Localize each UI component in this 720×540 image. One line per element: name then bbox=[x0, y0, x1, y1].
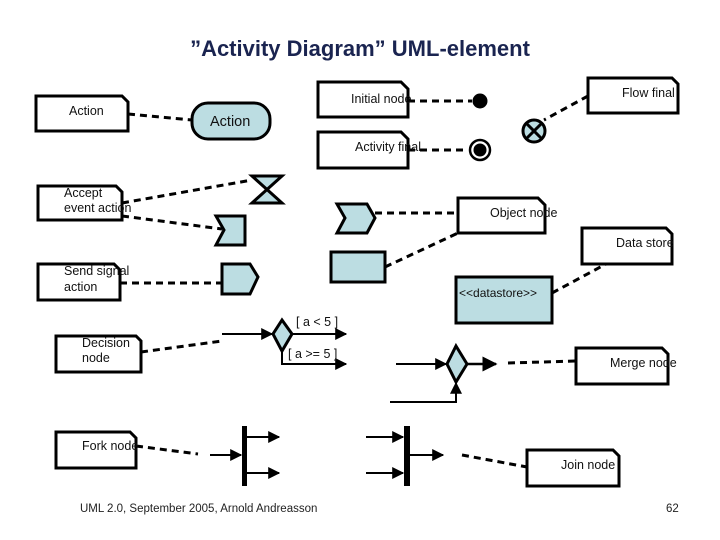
datastore-node-label: <<datastore>> bbox=[459, 286, 538, 300]
connector-join bbox=[461, 453, 528, 469]
note-data-store-label: Data store bbox=[616, 236, 674, 250]
object-node bbox=[329, 250, 387, 284]
note-flow-final-label: Flow final bbox=[622, 86, 675, 100]
connector-accept-event-2 bbox=[121, 214, 223, 231]
connector-fork bbox=[135, 444, 199, 456]
connector-accept-event-1 bbox=[121, 178, 253, 205]
merge-node bbox=[390, 342, 498, 403]
slide: ”Activity Diagram” UML-element Action Ac… bbox=[0, 0, 720, 540]
fork-node bbox=[210, 426, 281, 486]
page-number: 62 bbox=[666, 503, 679, 515]
note-action-label: Action bbox=[69, 104, 104, 118]
send-signal-action-node bbox=[220, 262, 260, 296]
guard-a-lt-5: [ a < 5 ] bbox=[296, 315, 339, 329]
note-decision-label-2: node bbox=[82, 351, 110, 365]
flow-final-node bbox=[521, 118, 547, 144]
note-initial-node-label: Initial node bbox=[351, 92, 412, 106]
note-accept-event-label-2: event action bbox=[64, 201, 132, 215]
activity-final-node bbox=[468, 138, 492, 162]
connector-action bbox=[127, 112, 193, 122]
note-join-node-label: Join node bbox=[561, 458, 616, 472]
note-decision-label-1: Decision bbox=[82, 336, 130, 350]
connector-merge bbox=[507, 359, 577, 365]
connector-object-node-2 bbox=[384, 231, 459, 269]
join-node bbox=[366, 426, 445, 486]
accept-time-event-icon bbox=[248, 174, 286, 205]
guard-a-gte-5: [ a >= 5 ] bbox=[288, 347, 338, 361]
note-fork-node-label: Fork node bbox=[82, 439, 139, 453]
note-send-signal-label-1: Send signal bbox=[64, 264, 130, 278]
connector-decision bbox=[140, 339, 223, 354]
note-accept-event-label-1: Accept bbox=[64, 186, 103, 200]
accept-event-action-node bbox=[213, 214, 247, 247]
connector-flow-final bbox=[543, 94, 589, 122]
connector-data-store bbox=[551, 262, 607, 295]
note-object-node-label: Object node bbox=[490, 206, 558, 220]
action-node-label: Action bbox=[210, 114, 251, 130]
note-activity-final-label: Activity final bbox=[355, 140, 421, 154]
note-merge-node-label: Merge node bbox=[610, 356, 677, 370]
initial-node bbox=[472, 93, 488, 109]
note-send-signal-label-2: action bbox=[64, 280, 98, 294]
footer-credit: UML 2.0, September 2005, Arnold Andreass… bbox=[80, 503, 318, 515]
